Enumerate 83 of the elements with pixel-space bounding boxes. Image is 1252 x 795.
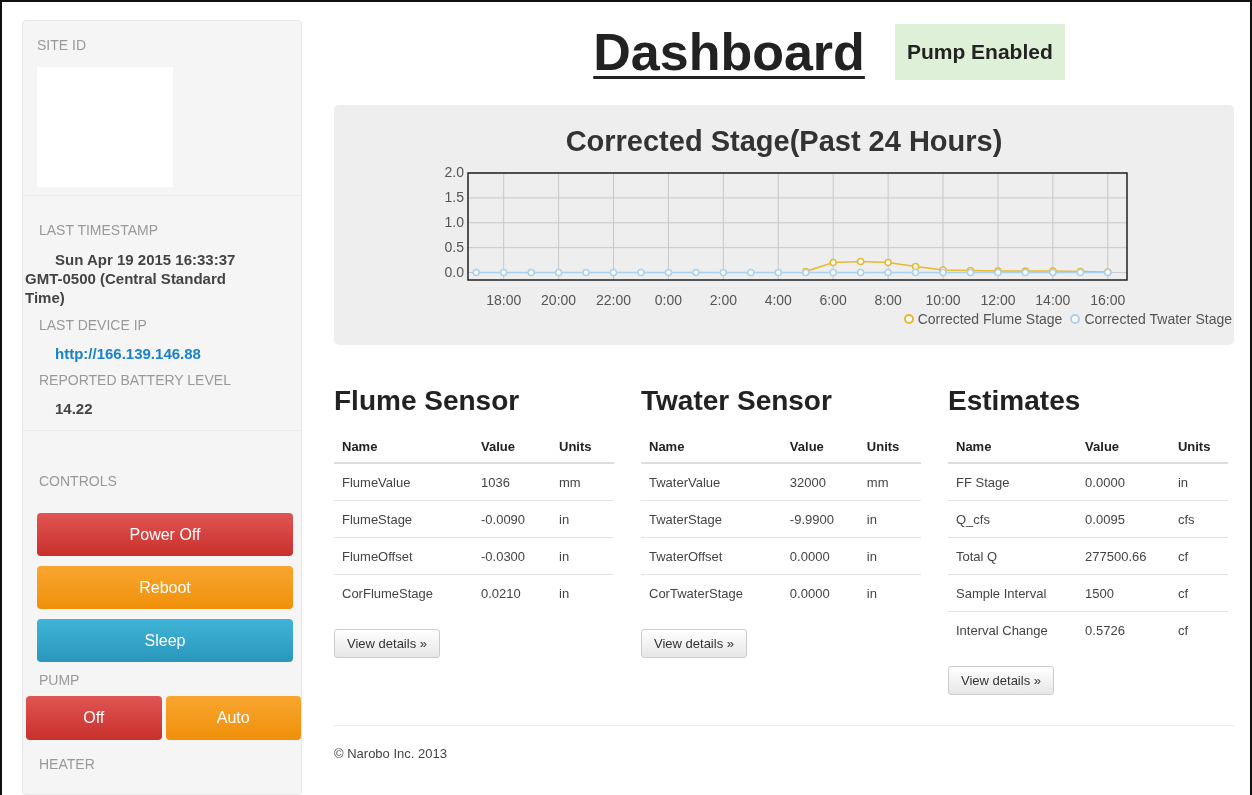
table-cell: 0.0210 [473, 574, 551, 611]
table-cell: 0.0000 [781, 537, 859, 575]
y-tick-label: 0.5 [444, 238, 464, 255]
column-header: Name [334, 431, 473, 463]
x-tick-label: 2:00 [709, 292, 737, 308]
x-tick-label: 0:00 [654, 292, 683, 308]
y-tick-label: 1.0 [444, 213, 464, 230]
section-heading: Flume Sensor [334, 385, 521, 417]
column-header: Units [858, 431, 921, 463]
section-heading: Estimates [948, 385, 1082, 417]
copyright-text: © Narobo Inc. 2013 [334, 746, 448, 761]
x-tick-label: 14:00 [1035, 292, 1071, 308]
y-tick-label: 0.0 [444, 263, 464, 280]
table-cell: TwaterStage [641, 500, 782, 538]
table-cell: in [858, 500, 921, 538]
table-cell: TwaterValue [641, 463, 782, 501]
table-cell: TwaterOffset [641, 537, 782, 575]
y-tick-label: 2.0 [444, 164, 464, 180]
field-label: LAST TIMESTAMP [39, 222, 160, 238]
column-header: Units [1169, 431, 1228, 463]
table-cell: FF Stage [948, 463, 1078, 501]
x-tick-label: 8:00 [874, 292, 902, 308]
table-cell: cf [1169, 574, 1228, 612]
table-cell: in [551, 500, 614, 538]
field-value: 14.22 [55, 400, 94, 417]
table-cell: cf [1169, 537, 1228, 575]
table-cell: in [858, 537, 921, 575]
table-cell: Interval Change [948, 611, 1078, 648]
column-header: Units [551, 431, 614, 463]
table-cell: 32000 [781, 463, 859, 501]
table-cell: Sample Interval [948, 574, 1078, 612]
column-header: Name [641, 431, 782, 463]
x-tick-label: 22:00 [596, 292, 632, 308]
heater-label: HEATER [39, 756, 96, 772]
table-cell: mm [551, 463, 614, 501]
table-cell: cfs [1169, 500, 1228, 538]
table-cell: -0.0090 [473, 500, 551, 538]
controls-label: CONTROLS [39, 473, 118, 489]
table-cell: FlumeStage [334, 500, 473, 538]
table-cell: in [551, 574, 614, 611]
status-badge: Pump Enabled [894, 24, 1065, 80]
table-cell: -9.9900 [781, 500, 859, 538]
x-tick-label: 4:00 [764, 292, 792, 308]
table-cell: in [858, 574, 921, 611]
table-cell: in [1169, 463, 1228, 501]
legend-label: Corrected Twater Stage [1084, 311, 1232, 327]
table-cell: 277500.66 [1077, 537, 1170, 575]
page-title: Dashboard [593, 22, 865, 82]
table-cell: CorFlumeStage [334, 574, 473, 611]
table-cell: 0.0000 [1077, 463, 1170, 501]
table-cell: CorTwaterStage [641, 574, 782, 611]
legend-label: Corrected Flume Stage [917, 311, 1063, 327]
table-cell: Total Q [948, 537, 1078, 575]
table-cell: 0.5726 [1077, 611, 1170, 648]
table-cell: FlumeValue [334, 463, 473, 501]
site-id-label: SITE ID [37, 37, 87, 53]
field-label: REPORTED BATTERY LEVEL [39, 372, 232, 388]
table-cell: 1500 [1077, 574, 1170, 612]
x-tick-label: 20:00 [541, 292, 577, 308]
x-tick-label: 10:00 [925, 292, 961, 308]
column-header: Name [948, 431, 1078, 463]
pump-label: PUMP [39, 672, 81, 688]
table-cell: cf [1169, 611, 1228, 648]
x-tick-label: 12:00 [980, 292, 1016, 308]
chart-title: Corrected Stage(Past 24 Hours) [564, 124, 1004, 159]
y-tick-label: 1.5 [444, 188, 464, 205]
table-cell: in [551, 537, 614, 575]
table-cell: Q_cfs [948, 500, 1078, 538]
field-label: LAST DEVICE IP [39, 317, 148, 333]
x-tick-label: 18:00 [486, 292, 522, 308]
x-tick-label: 16:00 [1090, 292, 1126, 308]
table-cell: mm [858, 463, 921, 501]
field-value: Sun Apr 19 2015 16:33:37 GMT-0500 (Central Standard Time) [25, 250, 237, 307]
table-cell: -0.0300 [473, 537, 551, 575]
table-cell: FlumeOffset [334, 537, 473, 575]
table-cell: 0.0095 [1077, 500, 1170, 538]
column-header: Value [781, 431, 859, 463]
section-heading: Twater Sensor [641, 385, 833, 417]
column-header: Value [473, 431, 551, 463]
table-cell: 0.0000 [781, 574, 859, 611]
table-cell: 1036 [473, 463, 551, 501]
column-header: Value [1077, 431, 1170, 463]
x-tick-label: 6:00 [819, 292, 847, 308]
